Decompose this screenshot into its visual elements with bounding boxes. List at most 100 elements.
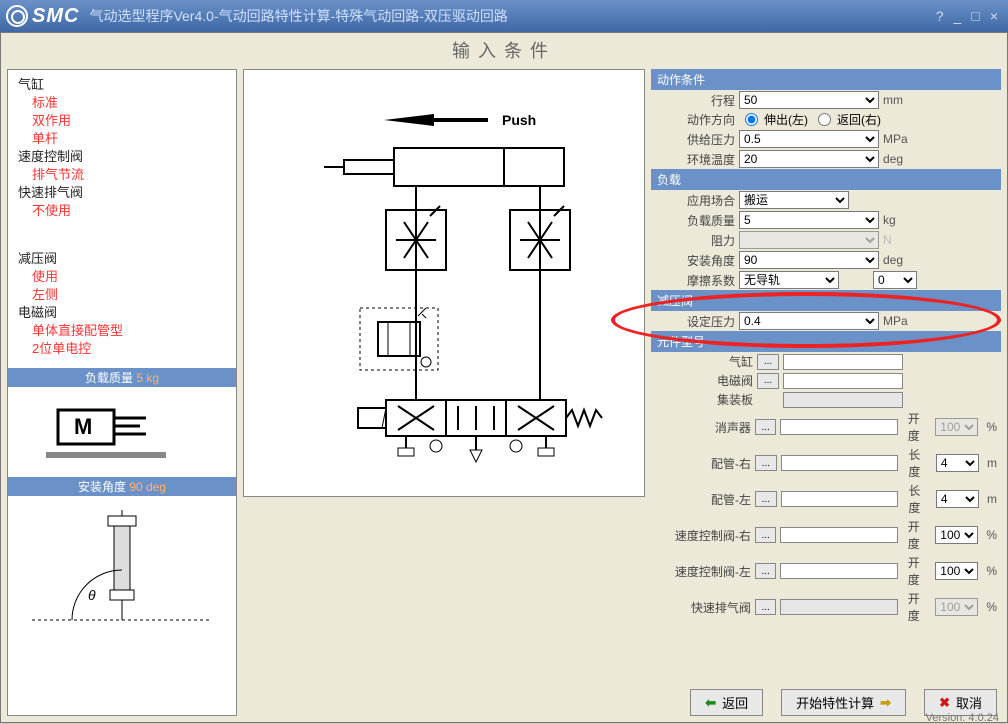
section-reducer: 减压阀 <box>651 290 1001 311</box>
browse-button[interactable]: ... <box>755 563 777 579</box>
model-field[interactable] <box>781 455 899 471</box>
section-action: 动作条件 <box>651 69 1001 90</box>
extra-unit: % <box>986 528 997 542</box>
tree-item[interactable]: 使用 <box>18 268 226 286</box>
app-logo: SMC <box>6 5 79 28</box>
model-field[interactable] <box>780 563 897 579</box>
model-field[interactable] <box>780 527 897 543</box>
browse-button[interactable]: ... <box>755 599 777 615</box>
stroke-unit: mm <box>883 93 913 107</box>
model-rows: 气缸...电磁阀...集装板消声器...开度100%配管-右...长度4m配管-… <box>651 352 1001 625</box>
svg-text:M: M <box>74 414 92 439</box>
logo-icon <box>6 5 28 27</box>
friction-combo[interactable]: 无导轨 <box>739 271 839 289</box>
tree-solenoid[interactable]: 电磁阀 <box>18 304 226 322</box>
model-field[interactable] <box>781 491 899 507</box>
close-button[interactable]: × <box>986 8 1002 24</box>
extra-combo[interactable]: 4 <box>936 454 979 472</box>
browse-button[interactable]: ... <box>755 527 777 543</box>
friction-num-combo[interactable]: 0 <box>873 271 917 289</box>
model-field[interactable] <box>783 354 903 370</box>
model-row: 消声器...开度100% <box>651 409 1001 445</box>
browse-button[interactable]: ... <box>757 373 779 389</box>
tree-item[interactable]: 标准 <box>18 94 226 112</box>
supply-combo[interactable]: 0.5 <box>739 130 879 148</box>
tree-quick-exhaust[interactable]: 快速排气阀 <box>18 184 226 202</box>
arrow-left-icon: ⬅ <box>705 695 716 711</box>
model-label: 快速排气阀 <box>655 599 751 616</box>
calculate-button[interactable]: 开始特性计算 ➡ <box>781 689 906 716</box>
tree-item[interactable]: 左侧 <box>18 286 226 304</box>
extra-combo[interactable]: 100 <box>935 526 978 544</box>
extra-label: 长度 <box>908 482 932 516</box>
help-button[interactable]: ? <box>932 8 948 24</box>
arrow-right-icon: ➡ <box>880 695 891 711</box>
svg-text:Push: Push <box>502 112 536 128</box>
browse-button[interactable]: ... <box>755 455 777 471</box>
window-title: 气动选型程序Ver4.0-气动回路特性计算-特殊气动回路-双压驱动回路 <box>89 6 507 26</box>
browse-button[interactable]: ... <box>757 354 779 370</box>
model-field[interactable] <box>783 373 903 389</box>
model-row: 集装板 <box>651 390 1001 409</box>
window-controls: ? _ □ × <box>932 8 1002 24</box>
direction-in-radio[interactable] <box>818 113 831 126</box>
extra-combo: 100 <box>935 598 978 616</box>
tree-speed-valve[interactable]: 速度控制阀 <box>18 148 226 166</box>
supply-label: 供给压力 <box>655 131 735 148</box>
right-pane: 动作条件 行程 50 mm 动作方向 伸出(左) 返回(右) 供给压力 0.5 … <box>651 69 1001 680</box>
application-combo[interactable]: 搬运 <box>739 191 849 209</box>
extra-unit: m <box>987 456 997 470</box>
temp-combo[interactable]: 20 <box>739 150 879 168</box>
model-row: 速度控制阀-左...开度100% <box>651 553 1001 589</box>
extra-label: 长度 <box>908 446 932 480</box>
extra-unit: % <box>986 564 997 578</box>
extra-combo[interactable]: 100 <box>935 562 978 580</box>
model-label: 配管-右 <box>655 455 751 472</box>
pneumatic-diagram: Push <box>243 69 645 497</box>
angle-bar: 安装角度 90 deg <box>8 477 236 496</box>
supply-unit: MPa <box>883 132 913 146</box>
stroke-combo[interactable]: 50 <box>739 91 879 109</box>
extra-label: 开度 <box>908 554 931 588</box>
browse-button[interactable]: ... <box>755 491 777 507</box>
tree-item[interactable]: 排气节流 <box>18 166 226 184</box>
model-label: 消声器 <box>655 419 751 436</box>
extra-combo[interactable]: 4 <box>936 490 979 508</box>
tree-reducer[interactable]: 减压阀 <box>18 250 226 268</box>
model-label: 气缸 <box>655 353 753 370</box>
tree-item[interactable]: 双作用 <box>18 112 226 130</box>
angle-diagram: θ <box>12 500 232 630</box>
tree-cylinder[interactable]: 气缸 <box>18 76 226 94</box>
set-pressure-combo[interactable]: 0.4 <box>739 312 879 330</box>
tree-item[interactable]: 单体直接配管型 <box>18 322 226 340</box>
model-field <box>783 392 903 408</box>
load-mass-bar: 负载质量 5 kg <box>8 368 236 387</box>
mass-combo[interactable]: 5 <box>739 211 879 229</box>
left-pane: 气缸 标准 双作用 单杆 速度控制阀 排气节流 快速排气阀 不使用 减压阀 使用… <box>7 69 237 716</box>
model-field[interactable] <box>780 419 897 435</box>
version-label: Version: 4.0.24 <box>926 712 999 724</box>
model-label: 配管-左 <box>655 491 751 508</box>
tree-item[interactable]: 单杆 <box>18 130 226 148</box>
model-label: 速度控制阀-右 <box>655 527 751 544</box>
tree-item[interactable]: 2位单电控 <box>18 340 226 358</box>
tree-item[interactable]: 不使用 <box>18 202 226 220</box>
friction-label: 摩擦系数 <box>655 272 735 289</box>
angle-unit: deg <box>883 253 913 267</box>
model-row: 气缸... <box>651 352 1001 371</box>
direction-out-radio[interactable] <box>745 113 758 126</box>
back-button[interactable]: ⬅ 返回 <box>690 689 763 716</box>
model-label: 电磁阀 <box>655 372 753 389</box>
minimize-button[interactable]: _ <box>950 8 966 24</box>
model-row: 电磁阀... <box>651 371 1001 390</box>
model-row: 配管-右... 长度4m <box>651 445 1001 481</box>
maximize-button[interactable]: □ <box>967 8 983 24</box>
temp-unit: deg <box>883 152 913 166</box>
angle-combo[interactable]: 90 <box>739 251 879 269</box>
browse-button[interactable]: ... <box>755 419 777 435</box>
extra-label: 开度 <box>908 410 931 444</box>
angle-label: 安装角度 <box>655 252 735 269</box>
load-mass-diagram: M <box>12 391 232 473</box>
section-model: 元件型号 <box>651 331 1001 352</box>
app-name: SMC <box>32 5 79 28</box>
